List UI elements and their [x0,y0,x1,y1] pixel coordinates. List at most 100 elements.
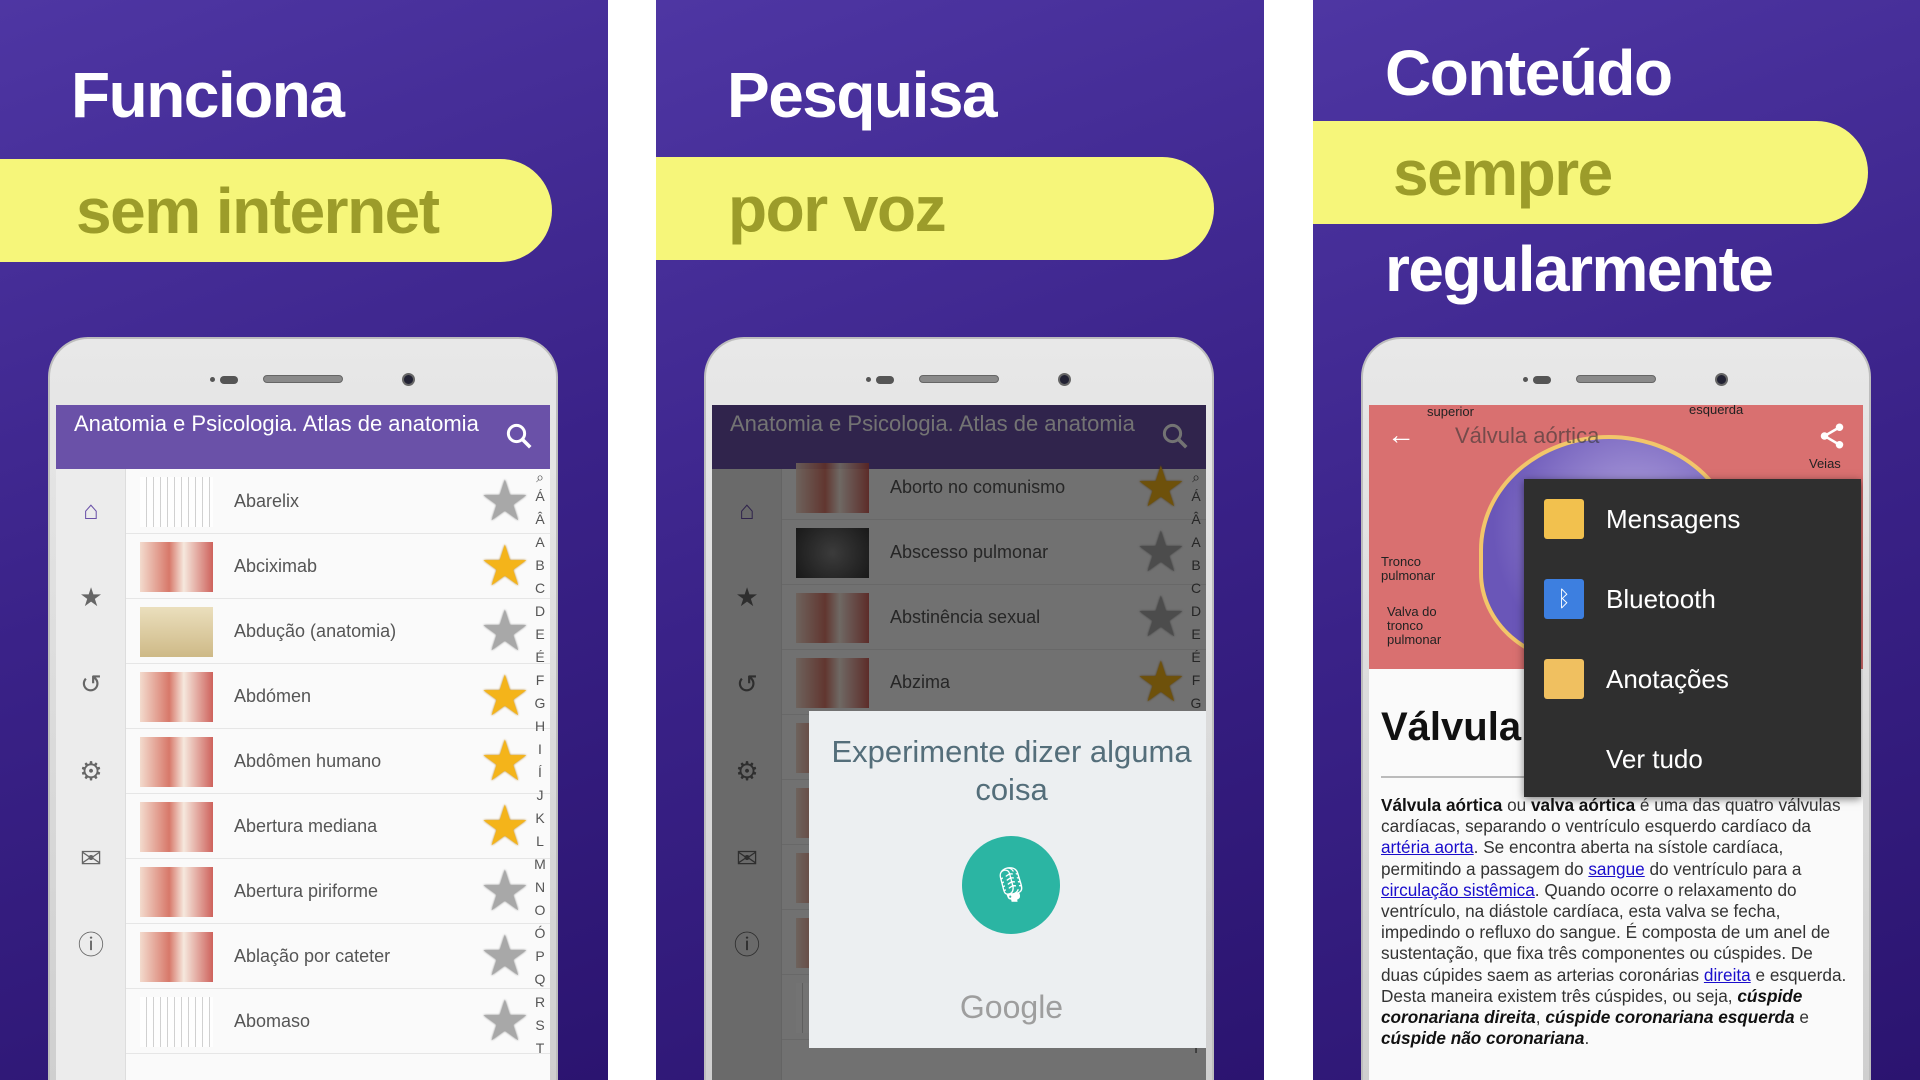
search-icon[interactable] [504,421,534,451]
entry-thumbnail [140,997,213,1047]
index-letter[interactable]: D [532,600,548,623]
article-body: Válvula aórtica ou valva aórtica é uma d… [1381,795,1849,1049]
favorite-star-icon[interactable]: ★ [480,473,530,529]
index-letter[interactable]: Ó [532,922,548,945]
index-letter[interactable]: P [532,945,548,968]
entry-label: Abdômen humano [234,750,382,771]
index-letter[interactable]: S [532,1014,548,1037]
index-letter[interactable]: B [532,554,548,577]
voice-prompt: Experimente dizer alguma coisa [831,734,1192,807]
list-item[interactable]: Abertura piriforme ★ [126,859,550,924]
alphabet-index[interactable]: ⌕ÁÂABCDEÉFGHIÍJKLMNOÓPQRST [532,469,548,1060]
favorite-star-icon[interactable]: ★ [480,668,530,724]
body-text: , [1535,1007,1546,1028]
share-icon[interactable] [1817,421,1847,451]
share-menu-label: Ver tudo [1606,743,1703,774]
index-letter[interactable]: Á [532,485,548,508]
index-letter[interactable]: J [532,784,548,807]
index-letter[interactable]: F [532,669,548,692]
index-letter[interactable]: R [532,991,548,1014]
info-icon[interactable]: ⓘ [76,930,106,960]
app-bar: Anatomia e Psicologia. Atlas de anatomia [56,405,550,469]
history-icon[interactable]: ↺ [76,669,106,699]
body-text: e [1794,1007,1809,1028]
index-letter[interactable]: T [532,1037,548,1060]
index-letter[interactable]: É [532,646,548,669]
promo-panel-voice: Pesquisa por voz Anatomia e Psicologia. … [656,0,1264,1080]
index-letter[interactable]: H [532,715,548,738]
favorite-star-icon[interactable]: ★ [480,798,530,854]
index-letter[interactable]: M [532,853,548,876]
article-link[interactable]: circulação sistêmica [1381,880,1535,900]
share-menu-item[interactable]: Mensagens [1524,479,1861,559]
list-item[interactable]: Abdução (anatomia) ★ [126,599,550,664]
app-screen: Anatomia e Psicologia. Atlas de anatomia… [56,405,550,1080]
share-menu-item[interactable]: Ver tudo [1524,719,1861,799]
index-search-icon[interactable]: ⌕ [532,469,548,485]
index-letter[interactable]: G [532,692,548,715]
entry-thumbnail [140,932,213,982]
index-letter[interactable]: Q [532,968,548,991]
article-link[interactable]: artéria aorta [1381,837,1474,857]
index-letter[interactable]: E [532,623,548,646]
favorite-star-icon[interactable]: ★ [480,538,530,594]
list-item[interactable]: Abciximab ★ [126,534,550,599]
article-app-bar: ← Válvula aórtica [1369,405,1863,469]
share-menu-label: Bluetooth [1606,583,1716,614]
list-item[interactable]: Abomaso ★ [126,989,550,1054]
phone-mockup: superior esquerda Tronco pulmonar Valva … [1361,337,1871,1080]
share-menu-item[interactable]: ᛒ Bluetooth [1524,559,1861,639]
index-letter[interactable]: N [532,876,548,899]
entry-thumbnail [140,867,213,917]
article-link[interactable]: direita [1704,965,1751,985]
image-label: Tronco pulmonar [1381,554,1436,583]
index-letter[interactable]: A [532,531,548,554]
panel-title: Conteúdo [1385,37,1673,109]
entry-thumbnail [140,542,213,592]
list-item[interactable]: Abertura mediana ★ [126,794,550,859]
list-item[interactable]: Abarelix ★ [126,469,550,534]
entry-label: Abciximab [234,555,318,576]
index-letter[interactable]: O [532,899,548,922]
back-arrow-icon[interactable]: ← [1387,419,1415,451]
share-menu-item[interactable]: Anotações [1524,639,1861,719]
list-item[interactable]: Abdômen humano ★ [126,729,550,794]
entry-thumbnail [140,737,213,787]
article-link[interactable]: sangue [1588,859,1644,879]
side-nav: ⌂ ★ ↺ ⚙ ✉ ⓘ [56,469,126,1080]
index-letter[interactable]: Í [532,761,548,784]
favorites-star-icon[interactable]: ★ [76,582,106,612]
home-icon[interactable]: ⌂ [76,495,106,525]
settings-gear-icon[interactable]: ⚙ [76,756,106,786]
list-item[interactable]: Abdómen ★ [126,664,550,729]
entry-label: Abdução (anatomia) [234,620,397,641]
bluetooth-icon: ᛒ [1544,579,1584,619]
bold-term: Válvula aórtica [1381,795,1503,815]
entry-label: Ablação por cateter [234,945,391,966]
mail-icon[interactable]: ✉ [76,843,106,873]
list-item[interactable]: Ablação por cateter ★ [126,924,550,989]
app-screen: Anatomia e Psicologia. Atlas de anatomia… [712,405,1206,1080]
entry-list: Abarelix ★ Abciximab ★ Abdução (anatomia) ★ Ab… [126,469,550,1080]
index-letter[interactable]: Â [532,508,548,531]
index-letter[interactable]: I [532,738,548,761]
index-letter[interactable]: C [532,577,548,600]
microphone-button[interactable]: 🎙 [962,836,1060,934]
favorite-star-icon[interactable]: ★ [480,863,530,919]
favorite-star-icon[interactable]: ★ [480,603,530,659]
index-letter[interactable]: L [532,830,548,853]
notes-icon [1544,659,1584,699]
body-text: do ventrículo para a [1644,858,1802,879]
favorite-star-icon[interactable]: ★ [480,993,530,1049]
entry-label: Abertura piriforme [234,880,379,901]
panel-highlight: sempre [1313,121,1868,224]
app-title: Anatomia e Psicologia. Atlas de anatomia [74,411,479,436]
panel-highlight: sem internet [0,159,552,262]
index-letter[interactable]: K [532,807,548,830]
favorite-star-icon[interactable]: ★ [480,928,530,984]
phone-mockup: Anatomia e Psicologia. Atlas de anatomia… [704,337,1214,1080]
google-logo: Google [959,989,1064,1025]
favorite-star-icon[interactable]: ★ [480,733,530,789]
share-menu-label: Mensagens [1606,503,1741,534]
bold-italic-term: cúspide coronariana esquerda [1545,1007,1795,1028]
